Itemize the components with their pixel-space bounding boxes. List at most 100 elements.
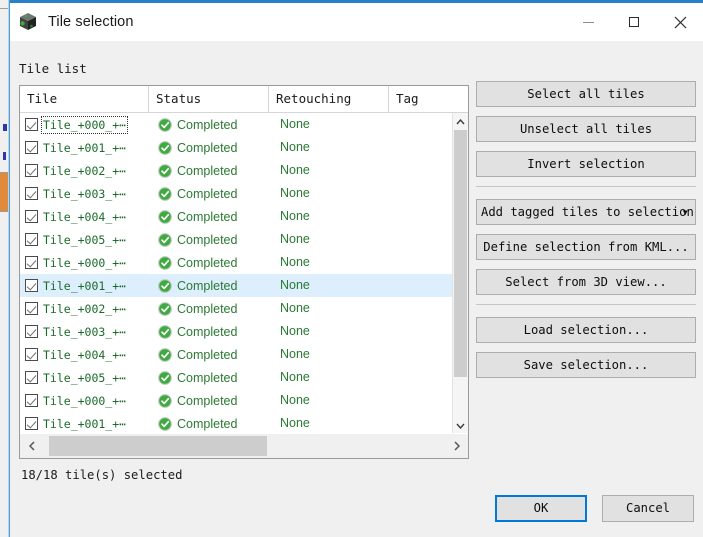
table-row[interactable]: Tile_+003_+⋯ Completed None	[20, 320, 452, 343]
cell-status: Completed	[158, 136, 237, 159]
column-header-retouching[interactable]: Retouching	[268, 86, 388, 112]
row-checkbox[interactable]	[25, 187, 38, 200]
maximize-icon	[629, 17, 639, 27]
chevron-left-icon	[28, 441, 35, 451]
row-checkbox[interactable]	[25, 141, 38, 154]
tile-name-label: Tile_+003_+⋯	[43, 186, 127, 201]
table-row[interactable]: Tile_+005_+⋯ Completed None	[20, 366, 452, 389]
row-checkbox[interactable]	[25, 256, 38, 269]
tile-name-label: Tile_+005_+⋯	[43, 232, 127, 247]
horizontal-scrollbar-thumb[interactable]	[49, 436, 267, 456]
column-header-tile[interactable]: Tile	[20, 86, 148, 112]
table-row[interactable]: Tile_+005_+⋯ Completed None	[20, 228, 452, 251]
completed-check-icon	[158, 186, 172, 201]
invert-selection-button[interactable]: Invert selection	[476, 151, 696, 177]
chevron-down-icon: ▾	[681, 205, 689, 219]
completed-check-icon	[158, 117, 172, 132]
row-checkbox[interactable]	[25, 348, 38, 361]
row-checkbox[interactable]	[25, 417, 38, 430]
cell-retouching: None	[280, 416, 310, 430]
cell-retouching: None	[280, 117, 310, 131]
table-row[interactable]: Tile_+003_+⋯ Completed None	[20, 182, 452, 205]
scroll-left-button[interactable]	[20, 434, 43, 458]
completed-check-icon	[158, 255, 172, 270]
scroll-right-button[interactable]	[445, 434, 468, 458]
table-row[interactable]: Tile_+000_+⋯ Completed None	[20, 251, 452, 274]
window-title: Tile selection	[48, 14, 134, 30]
unselect-all-tiles-button[interactable]: Unselect all tiles	[476, 116, 696, 142]
cell-tile: Tile_+000_+⋯	[20, 389, 148, 412]
define-selection-from-kml-button[interactable]: Define selection from KML...	[476, 234, 696, 260]
cell-retouching: None	[280, 278, 310, 292]
table-row[interactable]: Tile_+004_+⋯ Completed None	[20, 343, 452, 366]
tile-name-label: Tile_+004_+⋯	[43, 209, 127, 224]
table-row[interactable]: Tile_+002_+⋯ Completed None	[20, 159, 452, 182]
vertical-scrollbar-thumb[interactable]	[454, 130, 467, 377]
background-panel-strip	[0, 0, 9, 537]
cell-status: Completed	[158, 320, 237, 343]
scroll-up-button[interactable]	[453, 113, 468, 130]
cell-tile: Tile_+000_+⋯	[20, 251, 148, 274]
close-button[interactable]	[657, 3, 703, 41]
completed-check-icon	[158, 393, 172, 408]
row-checkbox[interactable]	[25, 233, 38, 246]
cube-icon	[17, 11, 39, 33]
completed-check-icon	[158, 370, 172, 385]
completed-check-icon	[158, 209, 172, 224]
button-label: Define selection from KML...	[483, 240, 689, 254]
title-bar-left: Tile selection	[17, 11, 133, 33]
tile-selection-dialog: Tile selection Tile list Tile Status Ret…	[9, 0, 703, 537]
button-group-separator	[476, 304, 696, 305]
select-from-3d-view-button[interactable]: Select from 3D view...	[476, 269, 696, 295]
window-controls	[565, 3, 703, 41]
row-checkbox[interactable]	[25, 118, 38, 131]
column-header-status[interactable]: Status	[148, 86, 268, 112]
cell-tile: Tile_+004_+⋯	[20, 205, 148, 228]
table-row[interactable]: Tile_+000_+⋯ Completed None	[20, 389, 452, 412]
vertical-scrollbar[interactable]	[452, 113, 468, 434]
column-header-tag[interactable]: Tag	[388, 86, 453, 112]
row-checkbox[interactable]	[25, 394, 38, 407]
cell-tile: Tile_+002_+⋯	[20, 159, 148, 182]
table-row[interactable]: Tile_+000_+⋯ Completed None	[20, 113, 452, 136]
row-checkbox[interactable]	[25, 371, 38, 384]
title-bar[interactable]: Tile selection	[10, 0, 703, 41]
table-row[interactable]: Tile_+001_+⋯ Completed None	[20, 412, 452, 434]
button-label: Select all tiles	[527, 87, 645, 101]
row-checkbox[interactable]	[25, 279, 38, 292]
tile-name-label: Tile_+004_+⋯	[43, 347, 127, 362]
table-row[interactable]: Tile_+001_+⋯ Completed None	[20, 274, 452, 297]
add-tagged-tiles-dropdown[interactable]: Add tagged tiles to selection ▾	[476, 199, 696, 225]
cell-retouching: None	[280, 232, 310, 246]
minimize-button[interactable]	[565, 3, 611, 41]
table-row[interactable]: Tile_+004_+⋯ Completed None	[20, 205, 452, 228]
dialog-body: Tile list Tile Status Retouching Tag Til…	[10, 41, 703, 537]
load-selection-button[interactable]: Load selection...	[476, 317, 696, 343]
ok-button[interactable]: OK	[495, 495, 587, 522]
table-row[interactable]: Tile_+001_+⋯ Completed None	[20, 136, 452, 159]
scroll-down-button[interactable]	[453, 417, 468, 434]
cell-status: Completed	[158, 389, 237, 412]
cell-status: Completed	[158, 159, 237, 182]
maximize-button[interactable]	[611, 3, 657, 41]
status-label: Completed	[177, 393, 238, 408]
button-label: Select from 3D view...	[505, 275, 667, 289]
cancel-button[interactable]: Cancel	[602, 495, 694, 522]
save-selection-button[interactable]: Save selection...	[476, 352, 696, 378]
row-checkbox[interactable]	[25, 210, 38, 223]
select-all-tiles-button[interactable]: Select all tiles	[476, 81, 696, 107]
table-row[interactable]: Tile_+002_+⋯ Completed None	[20, 297, 452, 320]
cell-status: Completed	[158, 251, 237, 274]
cell-tile: Tile_+001_+⋯	[20, 412, 148, 434]
cell-tile: Tile_+004_+⋯	[20, 343, 148, 366]
row-checkbox[interactable]	[25, 164, 38, 177]
chevron-up-icon	[456, 118, 465, 124]
cell-status: Completed	[158, 297, 237, 320]
cell-status: Completed	[158, 113, 237, 136]
row-checkbox[interactable]	[25, 325, 38, 338]
tile-list-table: Tile Status Retouching Tag Tile_+000_+⋯ C…	[19, 85, 469, 459]
row-checkbox[interactable]	[25, 302, 38, 315]
cell-retouching: None	[280, 301, 310, 315]
button-label: Save selection...	[523, 358, 649, 372]
horizontal-scrollbar[interactable]	[20, 433, 468, 458]
